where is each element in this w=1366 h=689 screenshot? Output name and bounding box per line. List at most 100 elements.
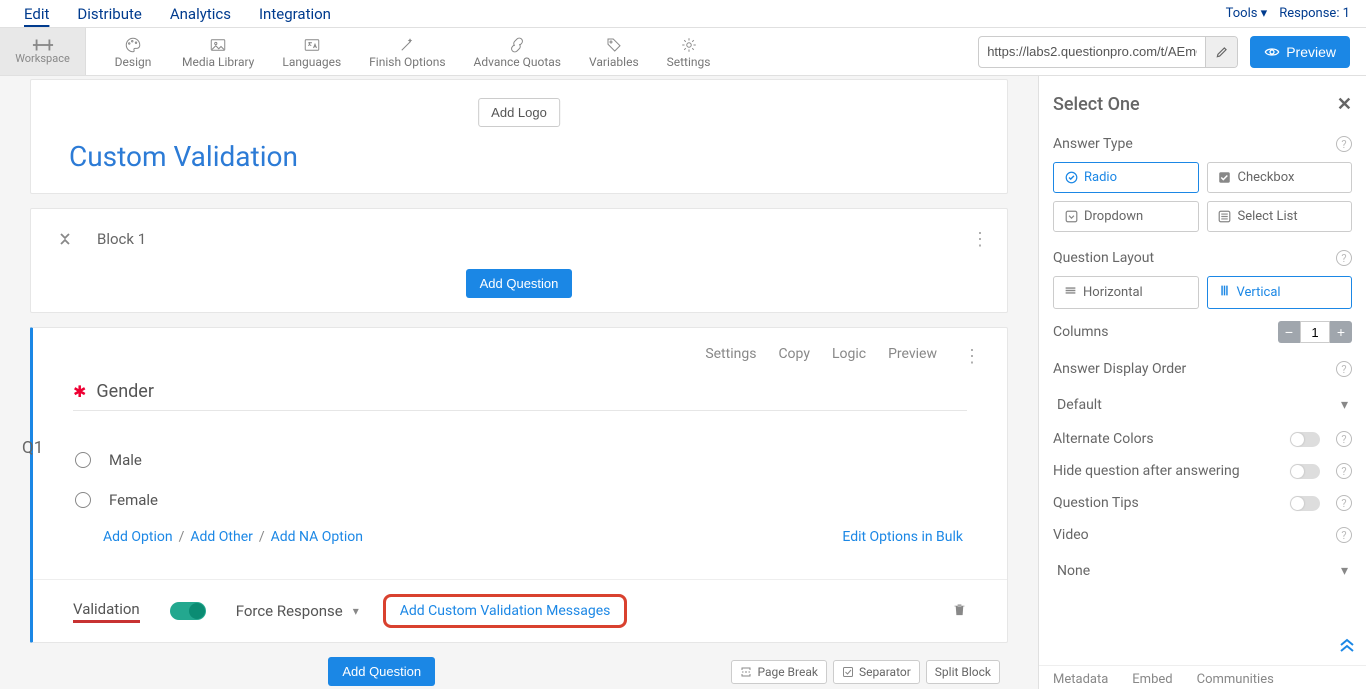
workspace-icon: [32, 38, 54, 52]
panel-bottom-tabs: Metadata Embed Communities: [1039, 665, 1366, 689]
block-more-menu[interactable]: ⋮: [971, 229, 987, 250]
add-option-link[interactable]: Add Option: [103, 529, 173, 545]
columns-increment[interactable]: +: [1330, 321, 1352, 343]
tools-dropdown[interactable]: Tools ▾: [1214, 6, 1280, 21]
response-count[interactable]: Response: 1: [1279, 6, 1366, 21]
help-icon[interactable]: ?: [1336, 527, 1352, 543]
question-menu-bar: Settings Copy Logic Preview ⋮: [33, 328, 1007, 373]
edit-url-button[interactable]: [1205, 36, 1237, 68]
help-icon[interactable]: ?: [1336, 431, 1352, 447]
video-dropdown[interactable]: None▾: [1053, 553, 1352, 589]
layout-vertical[interactable]: Vertical: [1207, 276, 1353, 309]
tab-edit[interactable]: Edit: [10, 5, 63, 23]
block-name[interactable]: Block 1: [97, 230, 146, 248]
alternate-colors-toggle[interactable]: [1290, 432, 1320, 447]
section-question-layout: Question Layout?: [1053, 250, 1352, 266]
tab-communities[interactable]: Communities: [1197, 672, 1274, 687]
question-number-gutter: Q1: [22, 438, 43, 458]
question-card: Settings Copy Logic Preview ⋮ ✱ Gender M…: [30, 327, 1008, 643]
question-settings-link[interactable]: Settings: [705, 346, 756, 367]
tab-metadata[interactable]: Metadata: [1053, 672, 1108, 687]
question-preview-link[interactable]: Preview: [888, 346, 937, 367]
radio-icon: [75, 452, 91, 468]
add-custom-validation-highlight: Add Custom Validation Messages: [383, 594, 628, 628]
wand-icon: [397, 36, 417, 54]
answer-type-select-list[interactable]: Select List: [1207, 201, 1353, 232]
hide-after-label: Hide question after answering: [1053, 463, 1240, 479]
question-logic-link[interactable]: Logic: [832, 346, 866, 367]
eye-icon: [1264, 46, 1280, 58]
answer-type-radio[interactable]: Radio: [1053, 162, 1199, 193]
separator-button[interactable]: Separator: [833, 660, 920, 684]
answer-type-checkbox[interactable]: Checkbox: [1207, 162, 1353, 193]
tool-media-library[interactable]: Media Library: [168, 28, 268, 76]
columns-input[interactable]: [1300, 321, 1330, 343]
scroll-top-button[interactable]: [1338, 637, 1356, 657]
validation-toggle[interactable]: [170, 602, 206, 620]
help-icon[interactable]: ?: [1336, 495, 1352, 511]
add-question-button-top[interactable]: Add Question: [466, 269, 573, 298]
page-break-button[interactable]: Page Break: [731, 660, 827, 684]
question-tips-toggle[interactable]: [1290, 496, 1320, 511]
option-label[interactable]: Female: [109, 491, 158, 509]
workspace-toolbar: Workspace Design Media Library Languages…: [0, 28, 1366, 76]
edit-options-bulk-link[interactable]: Edit Options in Bulk: [842, 529, 963, 545]
option-row[interactable]: Male: [73, 441, 967, 481]
layout-horizontal[interactable]: Horizontal: [1053, 276, 1199, 309]
tab-analytics[interactable]: Analytics: [156, 5, 245, 23]
answer-display-order-dropdown[interactable]: Default▾: [1053, 387, 1352, 423]
tab-integration[interactable]: Integration: [245, 5, 345, 23]
question-title[interactable]: Gender: [96, 381, 154, 402]
collapse-block-icon[interactable]: [51, 231, 79, 247]
block-card: Block 1 ⋮ Add Question: [30, 208, 1008, 313]
survey-url-box: [978, 36, 1238, 68]
help-icon[interactable]: ?: [1336, 250, 1352, 266]
tab-workspace[interactable]: Workspace: [0, 28, 86, 75]
checkbox-icon: [842, 666, 854, 678]
translate-icon: [302, 36, 322, 54]
pencil-icon: [1215, 45, 1229, 59]
tool-variables[interactable]: Variables: [575, 28, 653, 76]
add-other-link[interactable]: Add Other: [190, 529, 253, 545]
question-copy-link[interactable]: Copy: [778, 346, 810, 367]
section-answer-type: Answer Type?: [1053, 136, 1352, 152]
section-video: Video?: [1053, 527, 1352, 543]
option-label[interactable]: Male: [109, 451, 142, 469]
force-response-dropdown[interactable]: Force Response: [236, 602, 359, 620]
option-row[interactable]: Female: [73, 481, 967, 521]
tool-design[interactable]: Design: [98, 28, 168, 76]
help-icon[interactable]: ?: [1336, 463, 1352, 479]
columns-decrement[interactable]: −: [1278, 321, 1300, 343]
help-icon[interactable]: ?: [1336, 136, 1352, 152]
answer-type-dropdown[interactable]: Dropdown: [1053, 201, 1199, 232]
tool-advance-quotas[interactable]: Advance Quotas: [460, 28, 575, 76]
tab-distribute[interactable]: Distribute: [63, 5, 155, 23]
gear-icon: [679, 36, 699, 54]
select-list-icon: [1218, 210, 1231, 223]
panel-title: Select One: [1053, 94, 1140, 115]
add-custom-validation-link[interactable]: Add Custom Validation Messages: [400, 603, 611, 619]
close-panel-button[interactable]: ✕: [1337, 94, 1352, 115]
section-answer-display-order: Answer Display Order?: [1053, 361, 1352, 377]
preview-button[interactable]: Preview: [1250, 36, 1350, 68]
hide-after-toggle[interactable]: [1290, 464, 1320, 479]
tool-languages[interactable]: Languages: [268, 28, 355, 76]
radio-icon: [75, 492, 91, 508]
add-question-button-bottom[interactable]: Add Question: [328, 657, 435, 686]
tab-embed[interactable]: Embed: [1132, 672, 1172, 687]
tool-finish-options[interactable]: Finish Options: [355, 28, 459, 76]
add-na-option-link[interactable]: Add NA Option: [271, 529, 363, 545]
required-star-icon: ✱: [73, 382, 86, 401]
survey-url-input[interactable]: [979, 44, 1205, 59]
image-icon: [208, 36, 228, 54]
add-logo-button[interactable]: Add Logo: [478, 98, 560, 127]
tool-settings[interactable]: Settings: [653, 28, 725, 76]
question-tips-label: Question Tips: [1053, 495, 1139, 511]
settings-panel: Select One ✕ Answer Type? Radio Checkbox…: [1038, 76, 1366, 689]
tag-icon: [604, 36, 624, 54]
delete-question-button[interactable]: [952, 601, 967, 622]
split-block-button[interactable]: Split Block: [926, 660, 1000, 684]
trash-icon: [952, 601, 967, 618]
help-icon[interactable]: ?: [1336, 361, 1352, 377]
question-more-menu[interactable]: ⋮: [963, 346, 979, 367]
